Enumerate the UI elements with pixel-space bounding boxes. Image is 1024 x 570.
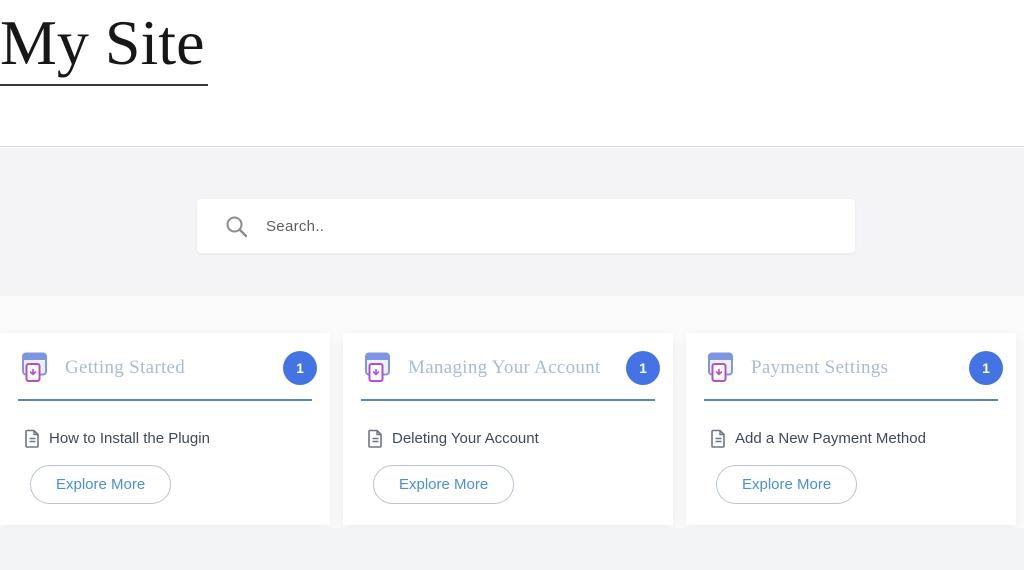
explore-more-button[interactable]: Explore More bbox=[716, 465, 857, 504]
category-card-payment-settings: Payment Settings 1 Add a New Payment Met… bbox=[686, 333, 1016, 525]
article-link[interactable]: Deleting Your Account bbox=[368, 427, 539, 449]
category-icon bbox=[704, 352, 734, 384]
article-count-badge: 1 bbox=[283, 351, 317, 385]
card-divider bbox=[18, 399, 312, 401]
knowledge-base-page: My Site bbox=[0, 0, 1024, 570]
explore-more-button[interactable]: Explore More bbox=[373, 465, 514, 504]
article-title: Add a New Payment Method bbox=[735, 430, 926, 447]
category-title[interactable]: Payment Settings bbox=[751, 357, 969, 379]
card-divider bbox=[361, 399, 655, 401]
article-title: Deleting Your Account bbox=[392, 430, 539, 447]
document-icon bbox=[711, 429, 726, 448]
site-title: My Site bbox=[0, 6, 208, 86]
article-title: How to Install the Plugin bbox=[49, 430, 210, 447]
category-icon bbox=[361, 352, 391, 384]
search-section bbox=[0, 148, 1024, 296]
card-header: Payment Settings 1 bbox=[704, 350, 1003, 386]
card-header: Getting Started 1 bbox=[18, 350, 317, 386]
search-input[interactable] bbox=[264, 217, 837, 236]
explore-more-button[interactable]: Explore More bbox=[30, 465, 171, 504]
card-header: Managing Your Account 1 bbox=[361, 350, 660, 386]
article-count-badge: 1 bbox=[969, 351, 1003, 385]
site-logo-link[interactable]: My Site bbox=[0, 6, 208, 86]
footer-band bbox=[0, 528, 1024, 570]
article-count-badge: 1 bbox=[626, 351, 660, 385]
document-icon bbox=[368, 429, 383, 448]
category-card-getting-started: Getting Started 1 How to Install the Plu… bbox=[0, 333, 330, 525]
category-icon bbox=[18, 352, 48, 384]
category-title[interactable]: Getting Started bbox=[65, 357, 283, 379]
cards-section: Getting Started 1 How to Install the Plu… bbox=[0, 296, 1024, 528]
search-icon bbox=[225, 215, 248, 238]
document-icon bbox=[25, 429, 40, 448]
site-header: My Site bbox=[0, 0, 1024, 147]
card-divider bbox=[704, 399, 998, 401]
article-link[interactable]: How to Install the Plugin bbox=[25, 427, 210, 449]
category-title[interactable]: Managing Your Account bbox=[408, 357, 626, 379]
article-link[interactable]: Add a New Payment Method bbox=[711, 427, 926, 449]
search-box bbox=[197, 199, 855, 253]
category-card-managing-your-account: Managing Your Account 1 Deleting Your Ac… bbox=[343, 333, 673, 525]
